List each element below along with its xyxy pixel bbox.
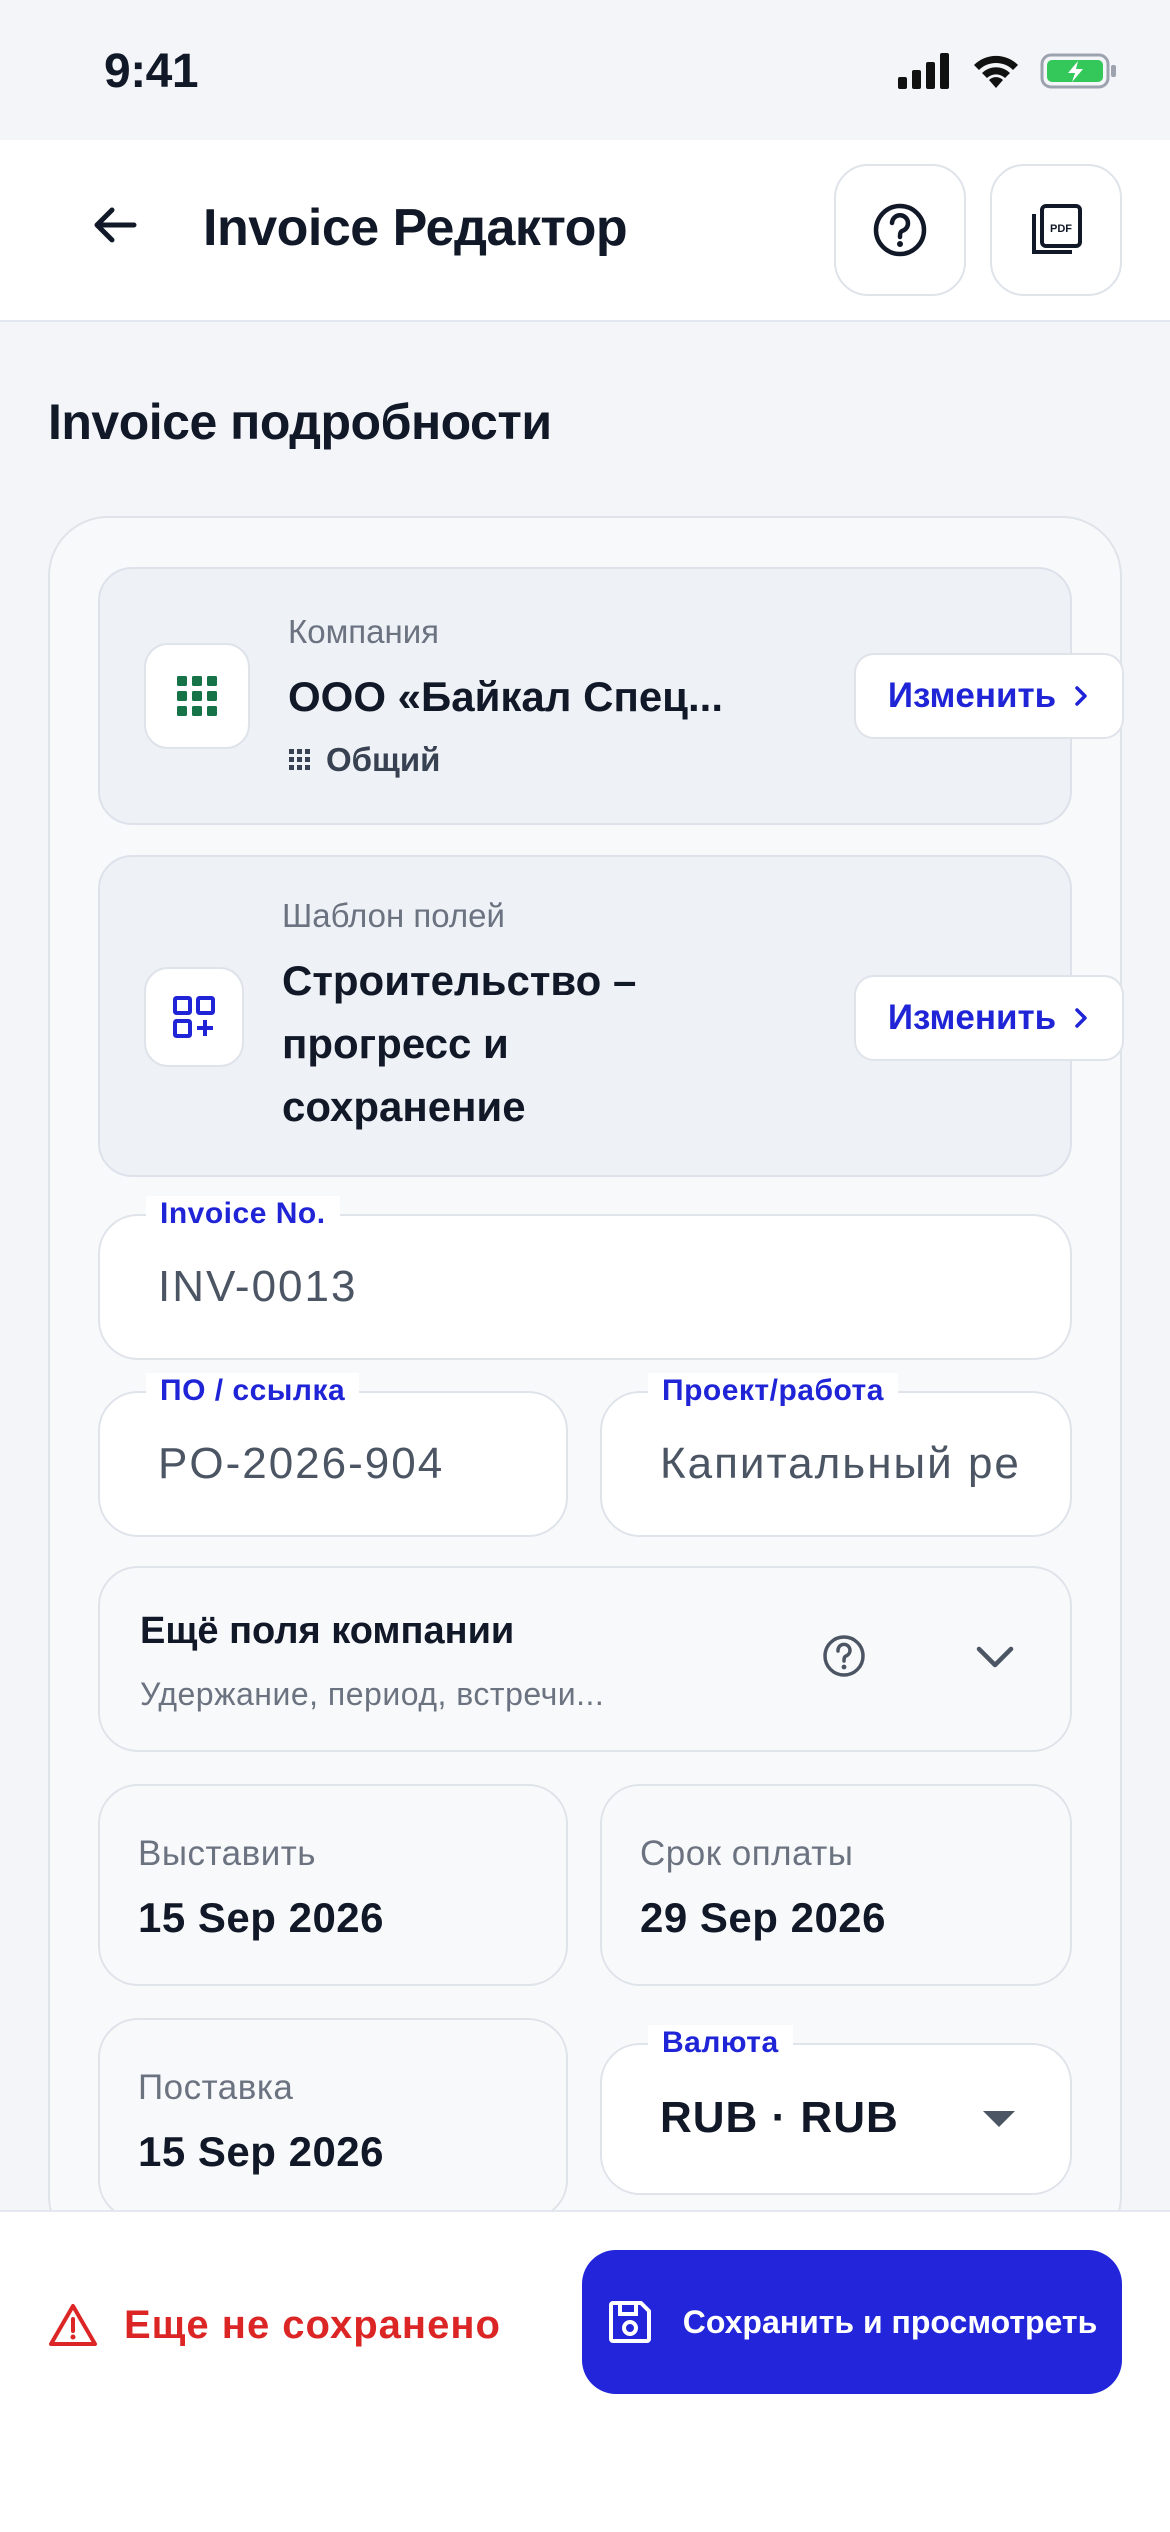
due-date-label: Срок оплаты <box>640 1834 854 1873</box>
invoice-editor-screen: 9:41 Invoice Редактор PDF Invoice подроб… <box>0 0 1170 2532</box>
invoice-number-value: INV-0013 <box>158 1262 358 1311</box>
delivery-date-label: Поставка <box>138 2068 294 2107</box>
pdf-file-icon: PDF <box>1032 204 1082 254</box>
app-header: Invoice Редактор PDF <box>0 140 1170 322</box>
issue-date-value: 15 Sep 2026 <box>138 1894 385 1941</box>
invoice-number-label: Invoice No. <box>146 1196 340 1232</box>
company-name: ООО «Байкал Спец... <box>288 673 724 720</box>
change-template-button[interactable]: Изменить <box>854 975 1124 1061</box>
save-and-preview-label: Сохранить и просмотреть <box>682 2303 1098 2340</box>
pdf-button[interactable]: PDF <box>990 164 1122 296</box>
currency-value: RUB · RUB <box>660 2093 899 2142</box>
due-date-value: 29 Sep 2026 <box>640 1894 887 1941</box>
help-circle-icon <box>873 203 927 257</box>
issue-date-label: Выставить <box>138 1834 317 1873</box>
project-label: Проект/работа <box>648 1373 898 1409</box>
project-value: Капитальный ре <box>660 1439 1021 1488</box>
po-reference-label: ПО / ссылка <box>146 1373 360 1409</box>
save-disk-icon <box>608 2301 651 2343</box>
template-name: Строительство – прогресс и сохранение <box>282 957 637 1130</box>
template-icon-tile <box>144 967 244 1067</box>
template-panel: Шаблон полей Строительство – прогресс и … <box>98 855 1124 1177</box>
change-template-label: Изменить <box>887 998 1057 1037</box>
issue-date-field[interactable]: Выставить 15 Sep 2026 <box>98 1784 568 1986</box>
template-label: Шаблон полей <box>282 897 505 934</box>
svg-text:PDF: PDF <box>1050 223 1072 235</box>
save-and-preview-button[interactable]: Сохранить и просмотреть <box>582 2250 1122 2394</box>
help-button[interactable] <box>834 164 966 296</box>
change-company-button[interactable]: Изменить <box>854 653 1124 739</box>
page-title: Invoice Редактор <box>203 199 628 257</box>
company-type-label: Общий <box>326 741 441 778</box>
chevron-right-icon <box>1075 1008 1087 1028</box>
currency-label: Валюта <box>648 2025 793 2061</box>
delivery-date-field[interactable]: Поставка 15 Sep 2026 <box>98 2018 568 2220</box>
status-icons <box>898 52 1118 90</box>
unsaved-status: Еще не сохранено <box>48 2302 501 2348</box>
company-type: Общий <box>288 741 440 779</box>
company-label: Компания <box>288 613 440 650</box>
more-company-fields-expander[interactable]: Ещё поля компании Удержание, период, вст… <box>98 1566 1072 1752</box>
chevron-down-icon <box>976 1646 1014 1668</box>
more-fields-subtitle: Удержание, период, встречи... <box>140 1676 605 1712</box>
grid-small-icon <box>289 749 310 770</box>
grid-icon <box>177 676 217 716</box>
due-date-field[interactable]: Срок оплаты 29 Sep 2026 <box>600 1784 1072 1986</box>
wifi-icon <box>974 55 1018 88</box>
change-company-label: Изменить <box>887 676 1057 715</box>
section-title: Invoice подробности <box>48 394 552 450</box>
footer-bar: Еще не сохранено Сохранить и просмотреть <box>0 2210 1170 2532</box>
grid-add-icon <box>173 996 215 1038</box>
help-circle-icon[interactable] <box>816 1628 872 1684</box>
status-time: 9:41 <box>104 45 199 98</box>
battery-charging-icon <box>1040 53 1116 89</box>
dropdown-caret-icon <box>983 2111 1015 2127</box>
invoice-number-field[interactable]: Invoice No. INV-0013 <box>98 1196 1072 1360</box>
arrow-left-icon <box>94 207 137 243</box>
po-reference-value: PO-2026-904 <box>158 1439 445 1488</box>
company-icon-tile <box>144 643 250 749</box>
po-reference-field[interactable]: ПО / ссылка PO-2026-904 <box>98 1373 568 1537</box>
currency-select[interactable]: Валюта RUB · RUB <box>600 2025 1072 2195</box>
delivery-date-value: 15 Sep 2026 <box>138 2128 385 2175</box>
back-button[interactable] <box>80 190 150 260</box>
warning-triangle-icon <box>49 2304 97 2346</box>
project-field[interactable]: Проект/работа Капитальный ре <box>600 1373 1072 1537</box>
chevron-right-icon <box>1075 686 1087 706</box>
more-fields-title: Ещё поля компании <box>140 1610 515 1652</box>
cellular-signal-icon <box>898 53 949 89</box>
unsaved-status-text: Еще не сохранено <box>124 2302 501 2347</box>
status-bar: 9:41 <box>0 0 1170 140</box>
company-panel: Компания ООО «Байкал Спец... Общий Измен… <box>98 567 1124 825</box>
